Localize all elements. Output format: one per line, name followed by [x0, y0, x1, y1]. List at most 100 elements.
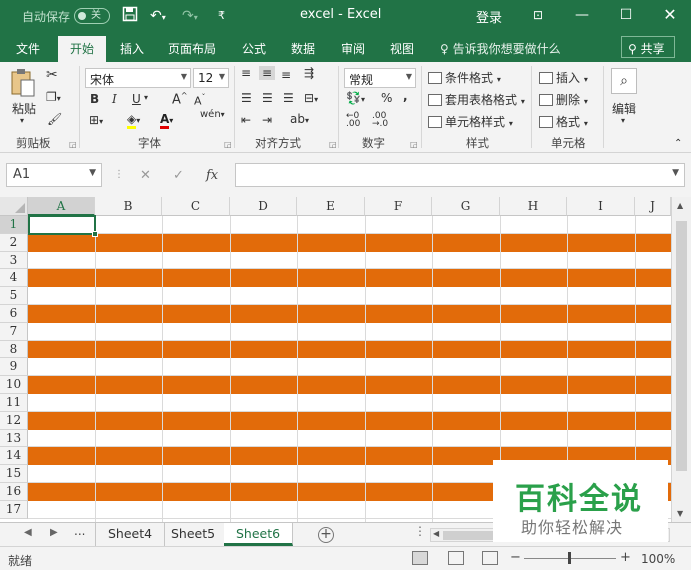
align-middle-icon[interactable]: ≡	[259, 66, 276, 80]
editing-button[interactable]: 编辑	[612, 100, 636, 117]
currency-icon[interactable]: 💱▾	[346, 91, 365, 105]
scroll-thumb[interactable]	[676, 221, 687, 471]
column-header[interactable]: B	[95, 197, 162, 216]
merge-center-icon[interactable]: ⊟▾	[304, 91, 318, 105]
minimize-icon[interactable]: —	[560, 0, 604, 32]
borders-icon[interactable]: ⊞▾	[89, 113, 103, 127]
column-header[interactable]: E	[297, 197, 365, 216]
row-header[interactable]: 14	[0, 447, 28, 466]
comma-button[interactable]: ,	[403, 89, 408, 103]
bold-button[interactable]: B	[90, 92, 99, 106]
scroll-down-icon[interactable]: ▼	[677, 509, 683, 518]
decrease-indent-icon[interactable]: ⇤	[241, 113, 251, 127]
split-handle-icon[interactable]: ⋮	[414, 524, 426, 538]
cut-icon[interactable]: ✂	[46, 67, 58, 83]
paste-button[interactable]	[10, 68, 36, 101]
wrap-text-icon[interactable]: ⇶	[304, 66, 314, 80]
sheet-tab-active[interactable]: Sheet6	[224, 523, 294, 546]
zoom-out-icon[interactable]: −	[510, 550, 521, 565]
paste-chevron-icon[interactable]: ▾	[20, 116, 24, 125]
row-header[interactable]: 15	[0, 465, 28, 483]
delete-cells-button[interactable]: 删除 ▾	[539, 91, 588, 108]
prev-sheet-icon[interactable]: ◀	[24, 527, 32, 538]
row-header[interactable]: 10	[0, 376, 28, 394]
row-header[interactable]: 12	[0, 411, 28, 430]
tell-me-box[interactable]: ♀ 告诉我你想要做什么	[440, 40, 561, 57]
column-header[interactable]: I	[567, 197, 635, 216]
sheet-tab[interactable]: Sheet4	[95, 523, 166, 546]
number-launcher-icon[interactable]: ◲	[410, 140, 418, 149]
tab-data[interactable]: 数据	[291, 40, 315, 57]
format-painter-icon[interactable]: 🖌	[47, 112, 62, 126]
tab-home[interactable]: 开始	[58, 36, 107, 62]
column-header[interactable]: H	[500, 197, 567, 216]
login-link[interactable]: 登录	[476, 7, 502, 26]
row-header[interactable]: 9	[0, 358, 28, 377]
table-row[interactable]	[28, 323, 671, 341]
tab-file[interactable]: 文件	[16, 40, 40, 57]
percent-button[interactable]: %	[381, 91, 392, 105]
share-button[interactable]: ⚲ 共享	[621, 36, 675, 58]
column-header[interactable]: G	[432, 197, 500, 216]
row-header[interactable]: 17	[0, 500, 28, 519]
font-size-select[interactable]: 12 ▼	[193, 68, 229, 88]
table-row[interactable]	[28, 287, 671, 305]
alignment-launcher-icon[interactable]: ◲	[329, 140, 337, 149]
save-icon[interactable]	[122, 6, 138, 28]
table-row[interactable]	[28, 394, 671, 412]
sheet-tab[interactable]: Sheet5	[159, 523, 229, 546]
align-center-icon[interactable]: ☰	[262, 91, 273, 105]
tab-page-layout[interactable]: 页面布局	[168, 40, 216, 57]
conditional-format-button[interactable]: 条件格式 ▾	[428, 69, 501, 86]
format-cells-button[interactable]: 格式 ▾	[539, 113, 588, 130]
search-icon[interactable]: ⌕	[611, 68, 637, 94]
row-header[interactable]: 13	[0, 429, 28, 448]
table-row[interactable]	[28, 340, 671, 359]
column-header[interactable]: D	[230, 197, 297, 216]
cancel-icon[interactable]: ✕	[140, 168, 151, 183]
row-header[interactable]: 1	[0, 216, 28, 234]
customize-icon[interactable]: ₹	[218, 6, 225, 26]
row-header[interactable]: 5	[0, 287, 28, 305]
phonetic-icon[interactable]: wén▾	[200, 109, 225, 120]
copy-icon[interactable]: ❐▾	[46, 90, 61, 104]
align-left-icon[interactable]: ☰	[241, 91, 252, 105]
zoom-in-icon[interactable]: +	[620, 550, 631, 565]
selected-cell-a1[interactable]	[28, 215, 98, 237]
ribbon-display-icon[interactable]: ⊡	[516, 0, 560, 32]
row-header[interactable]: 16	[0, 483, 28, 501]
font-name-select[interactable]: 宋体 ▼	[85, 68, 191, 88]
scroll-up-icon[interactable]: ▲	[677, 201, 683, 210]
align-bottom-icon[interactable]: ≡	[281, 68, 291, 82]
page-layout-view-icon[interactable]	[448, 551, 464, 565]
row-header[interactable]: 2	[0, 233, 28, 252]
column-header[interactable]: A	[28, 197, 95, 216]
increase-decimal-icon[interactable]: ←0.00	[346, 112, 360, 129]
vertical-scrollbar[interactable]: ▲ ▼	[671, 197, 691, 522]
zoom-slider-thumb[interactable]	[568, 552, 571, 564]
tab-view[interactable]: 视图	[390, 40, 414, 57]
font-launcher-icon[interactable]: ◲	[224, 140, 232, 149]
underline-button[interactable]: U	[132, 92, 141, 106]
redo-icon[interactable]: ↷▾	[182, 6, 198, 28]
close-icon[interactable]: ✕	[648, 0, 691, 32]
column-header[interactable]: J	[635, 197, 671, 216]
align-top-icon[interactable]: ≡	[241, 66, 251, 80]
insert-cells-button[interactable]: 插入 ▾	[539, 69, 588, 86]
clipboard-launcher-icon[interactable]: ◲	[69, 140, 77, 149]
normal-view-icon[interactable]	[412, 551, 428, 565]
maximize-icon[interactable]: ☐	[604, 0, 648, 32]
autosave-toggle[interactable]: 关	[74, 8, 110, 24]
shrink-font-button[interactable]: Aˇ	[194, 93, 206, 108]
row-header[interactable]: 11	[0, 394, 28, 412]
table-row[interactable]	[28, 269, 671, 288]
table-row[interactable]	[28, 305, 671, 323]
collapse-ribbon-icon[interactable]: ⌃	[674, 138, 682, 149]
editing-chevron-icon[interactable]: ▾	[621, 116, 625, 125]
row-header[interactable]: 3	[0, 251, 28, 270]
orientation-icon[interactable]: ab▾	[290, 112, 309, 126]
fill-handle[interactable]	[92, 230, 98, 237]
underline-chevron-icon[interactable]: ▾	[144, 93, 148, 102]
formula-input[interactable]: ▼	[235, 163, 685, 187]
row-header[interactable]: 6	[0, 305, 28, 323]
